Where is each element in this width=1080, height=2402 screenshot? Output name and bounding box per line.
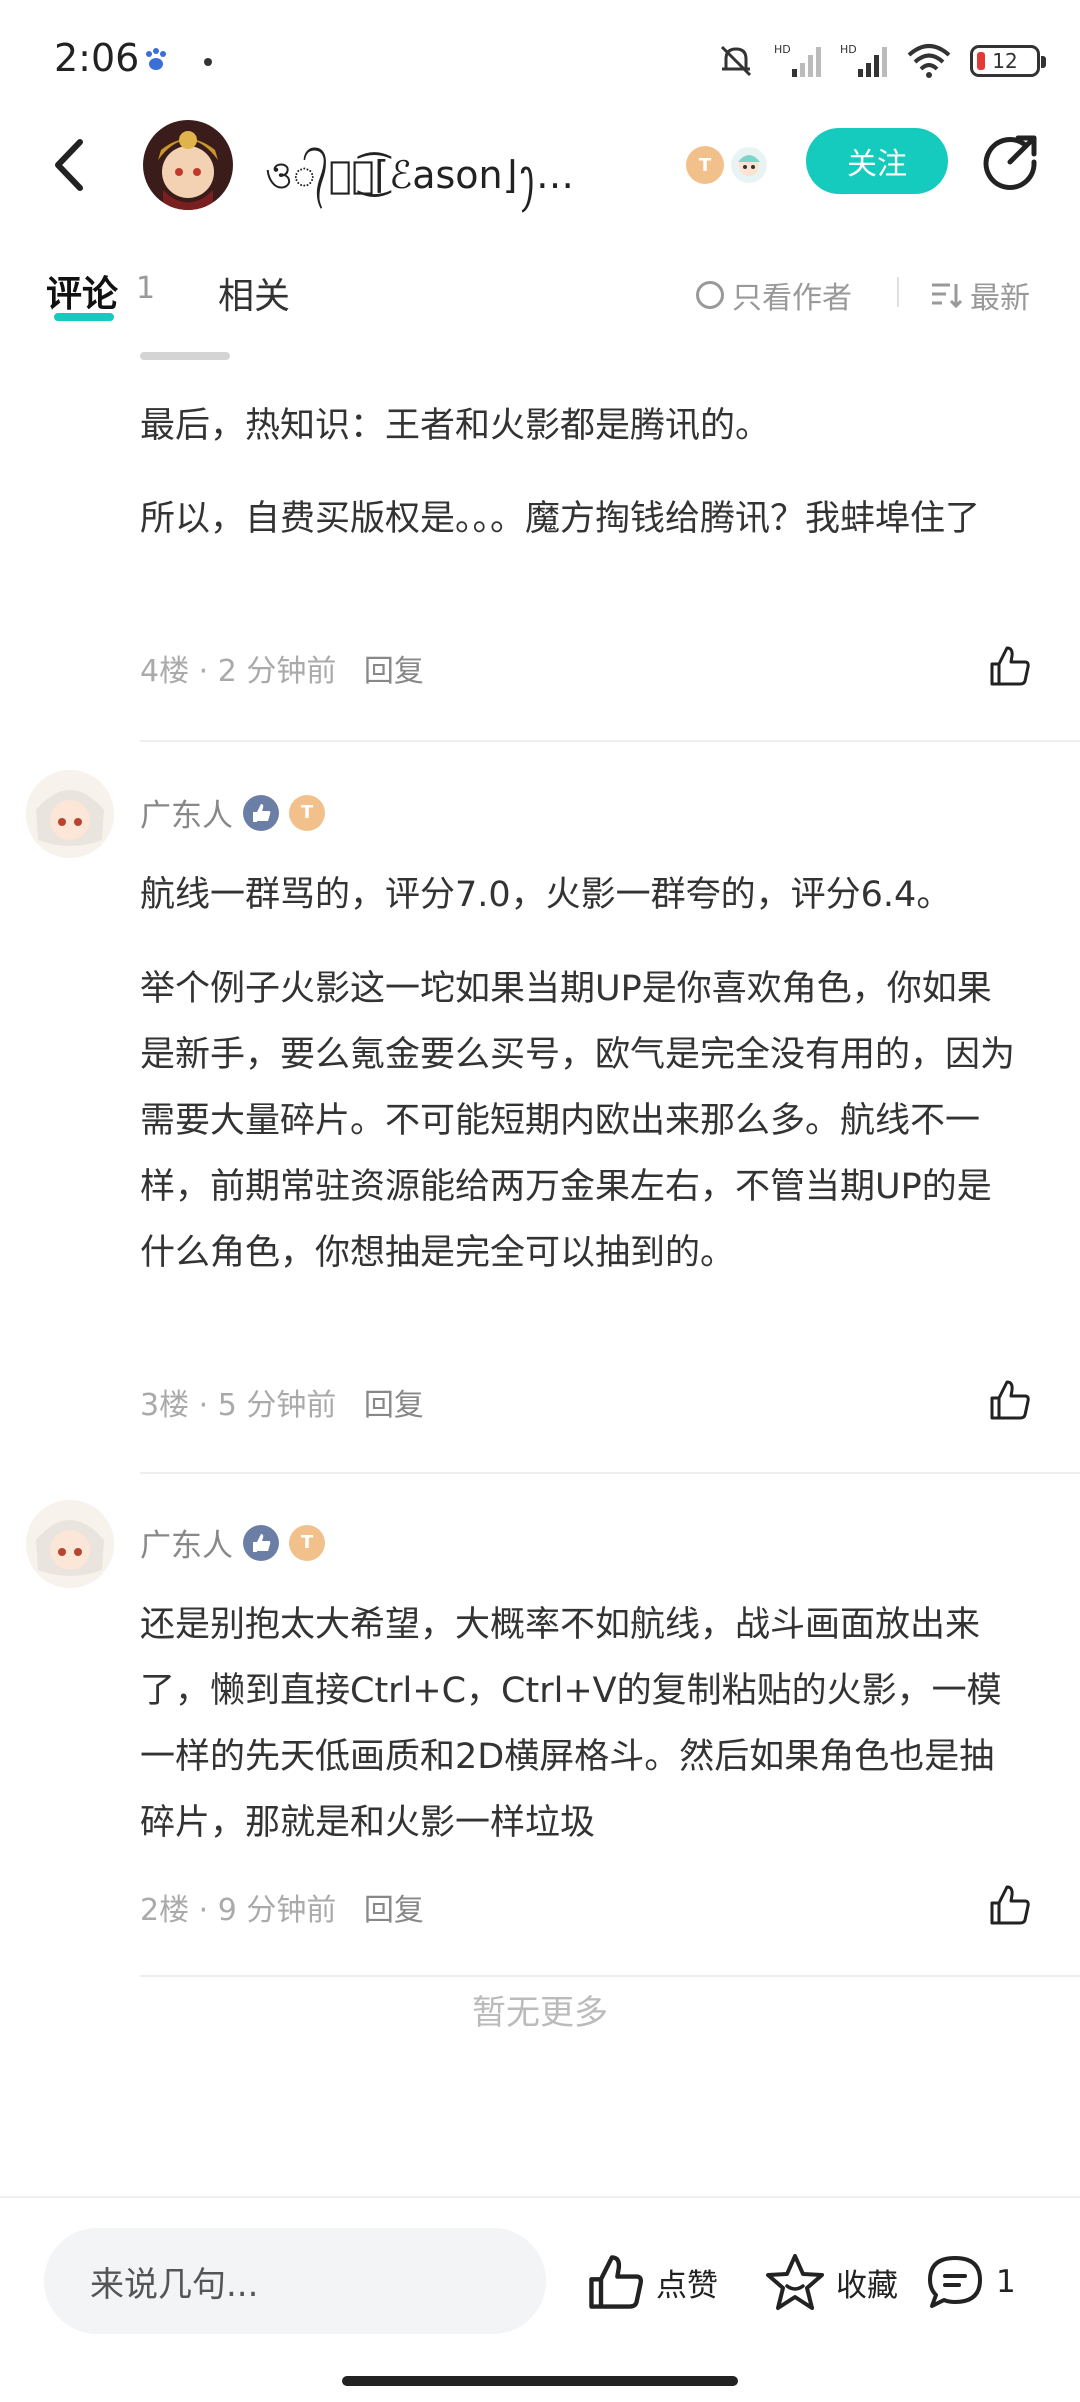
- mute-bell-icon: [720, 45, 752, 77]
- baidu-paw-icon: [146, 48, 166, 70]
- reply-button[interactable]: 回复: [364, 654, 424, 689]
- sort-label: 最新: [970, 281, 1030, 316]
- share-icon[interactable]: [980, 132, 1040, 192]
- medal-badge-icon: T: [289, 794, 325, 831]
- comment-3-user[interactable]: 广东人 T: [140, 790, 325, 835]
- svg-text:HD: HD: [774, 43, 791, 56]
- back-arrow-icon[interactable]: [46, 132, 96, 198]
- author-badges: T: [686, 146, 768, 184]
- active-tab-indicator: [54, 313, 114, 321]
- comment-3-paragraph-2: 举个例子火影这一坨如果当期UP是你喜欢角色，你如果是新手，要么氪金要么买号，欧气…: [140, 969, 1016, 1273]
- tab-comments[interactable]: 评论: [46, 265, 119, 321]
- comment-count: 1: [136, 271, 156, 306]
- signal-icon: HD: [774, 43, 821, 77]
- comment-input[interactable]: 来说几句...: [44, 2228, 546, 2334]
- thumbs-up-icon: [589, 2255, 643, 2309]
- home-indicator[interactable]: [342, 2376, 738, 2386]
- status-icons: HD HD 12: [716, 36, 1046, 86]
- username: 广东人: [140, 1528, 233, 1564]
- status-time: 2:06: [54, 36, 140, 80]
- svg-text:HD: HD: [840, 43, 857, 56]
- favorite-label: 收藏: [836, 2267, 898, 2304]
- bottom-action-bar: 来说几句... 点赞 收藏 1: [0, 2196, 1080, 2402]
- username: 广东人: [140, 798, 233, 834]
- radio-icon: [696, 281, 724, 309]
- battery-icon: 12: [970, 45, 1046, 77]
- comment-tabs: 评论 1 相关 只看作者 最新: [0, 255, 1080, 335]
- floor-label: 3楼: [140, 1388, 190, 1423]
- thumbs-up-icon[interactable]: [988, 1883, 1032, 1927]
- level-thumb-icon: [243, 1524, 279, 1561]
- user-avatar[interactable]: [26, 1500, 114, 1588]
- comments-button[interactable]: 1: [924, 2252, 1016, 2312]
- wifi-icon: [907, 44, 951, 78]
- comment-input-placeholder: 来说几句...: [90, 2264, 259, 2305]
- medal-badge-icon: T: [686, 146, 724, 184]
- signal-icon-2: HD: [840, 43, 887, 77]
- comment-divider: [140, 1975, 1080, 1977]
- comments-count: 1: [996, 2264, 1016, 2300]
- comment-4-paragraph-2: 所以，自费买版权是。。。魔方掏钱给腾讯？我蚌埠住了: [140, 499, 981, 539]
- like-button[interactable]: 点赞: [586, 2252, 718, 2312]
- sort-toggle[interactable]: 最新: [930, 273, 1030, 317]
- time-label: 5 分钟前: [217, 1388, 337, 1423]
- tab-related[interactable]: 相关: [218, 267, 290, 319]
- star-icon: [766, 2254, 824, 2310]
- notification-dot: [204, 58, 212, 66]
- character-badge-icon: [731, 147, 767, 183]
- comment-3-meta: 3楼 · 5 分钟前 回复: [140, 1388, 424, 1423]
- author-name[interactable]: ও᭄ঔৣ͜͡⌈ℰason⌋ꫂ…: [265, 138, 625, 218]
- time-label: 9 分钟前: [217, 1893, 337, 1928]
- battery-level: 12: [992, 49, 1018, 73]
- top-nav: ও᭄ঔৣ͜͡⌈ℰason⌋ꫂ… T 关注: [0, 110, 1080, 220]
- comment-4-paragraph-1: 最后，热知识：王者和火影都是腾讯的。: [140, 406, 771, 446]
- favorite-button[interactable]: 收藏: [764, 2252, 898, 2312]
- floor-label: 4楼: [140, 654, 190, 689]
- time-label: 2 分钟前: [217, 654, 337, 689]
- follow-button[interactable]: 关注: [806, 128, 948, 194]
- reply-button[interactable]: 回复: [364, 1893, 424, 1928]
- no-more-label: 暂无更多: [472, 1993, 608, 2033]
- user-avatar[interactable]: [26, 770, 114, 858]
- comment-2-paragraph-1: 还是别抱太大希望，大概率不如航线，战斗画面放出来了，懒到直接Ctrl+C，Ctr…: [140, 1605, 1002, 1843]
- floor-label: 2楼: [140, 1893, 190, 1928]
- comment-3-paragraph-1: 航线一群骂的，评分7.0，火影一群夸的，评分6.4。: [140, 875, 952, 915]
- medal-badge-icon: T: [289, 1524, 325, 1561]
- comment-2-user[interactable]: 广东人 T: [140, 1520, 325, 1565]
- thumbs-up-icon[interactable]: [988, 644, 1032, 688]
- thumbs-up-icon[interactable]: [988, 1378, 1032, 1422]
- comment-divider: [140, 740, 1080, 742]
- status-bar: 2:06 HD HD 12: [0, 0, 1080, 120]
- comment-4-meta: 4楼 · 2 分钟前 回复: [140, 654, 424, 689]
- author-avatar[interactable]: [143, 120, 233, 210]
- sort-icon: [932, 283, 962, 309]
- only-author-label: 只看作者: [732, 281, 852, 316]
- tab-comments-label: 评论: [46, 274, 119, 315]
- comment-2-meta: 2楼 · 9 分钟前 回复: [140, 1893, 424, 1928]
- comment-bubble-icon: [928, 2256, 982, 2308]
- level-thumb-icon: [243, 794, 279, 831]
- only-author-toggle[interactable]: 只看作者: [696, 273, 852, 317]
- reply-button[interactable]: 回复: [364, 1388, 424, 1423]
- like-label: 点赞: [656, 2267, 718, 2304]
- tab-separator: [897, 277, 899, 307]
- clipped-row: [140, 340, 260, 364]
- comment-divider: [140, 1472, 1080, 1474]
